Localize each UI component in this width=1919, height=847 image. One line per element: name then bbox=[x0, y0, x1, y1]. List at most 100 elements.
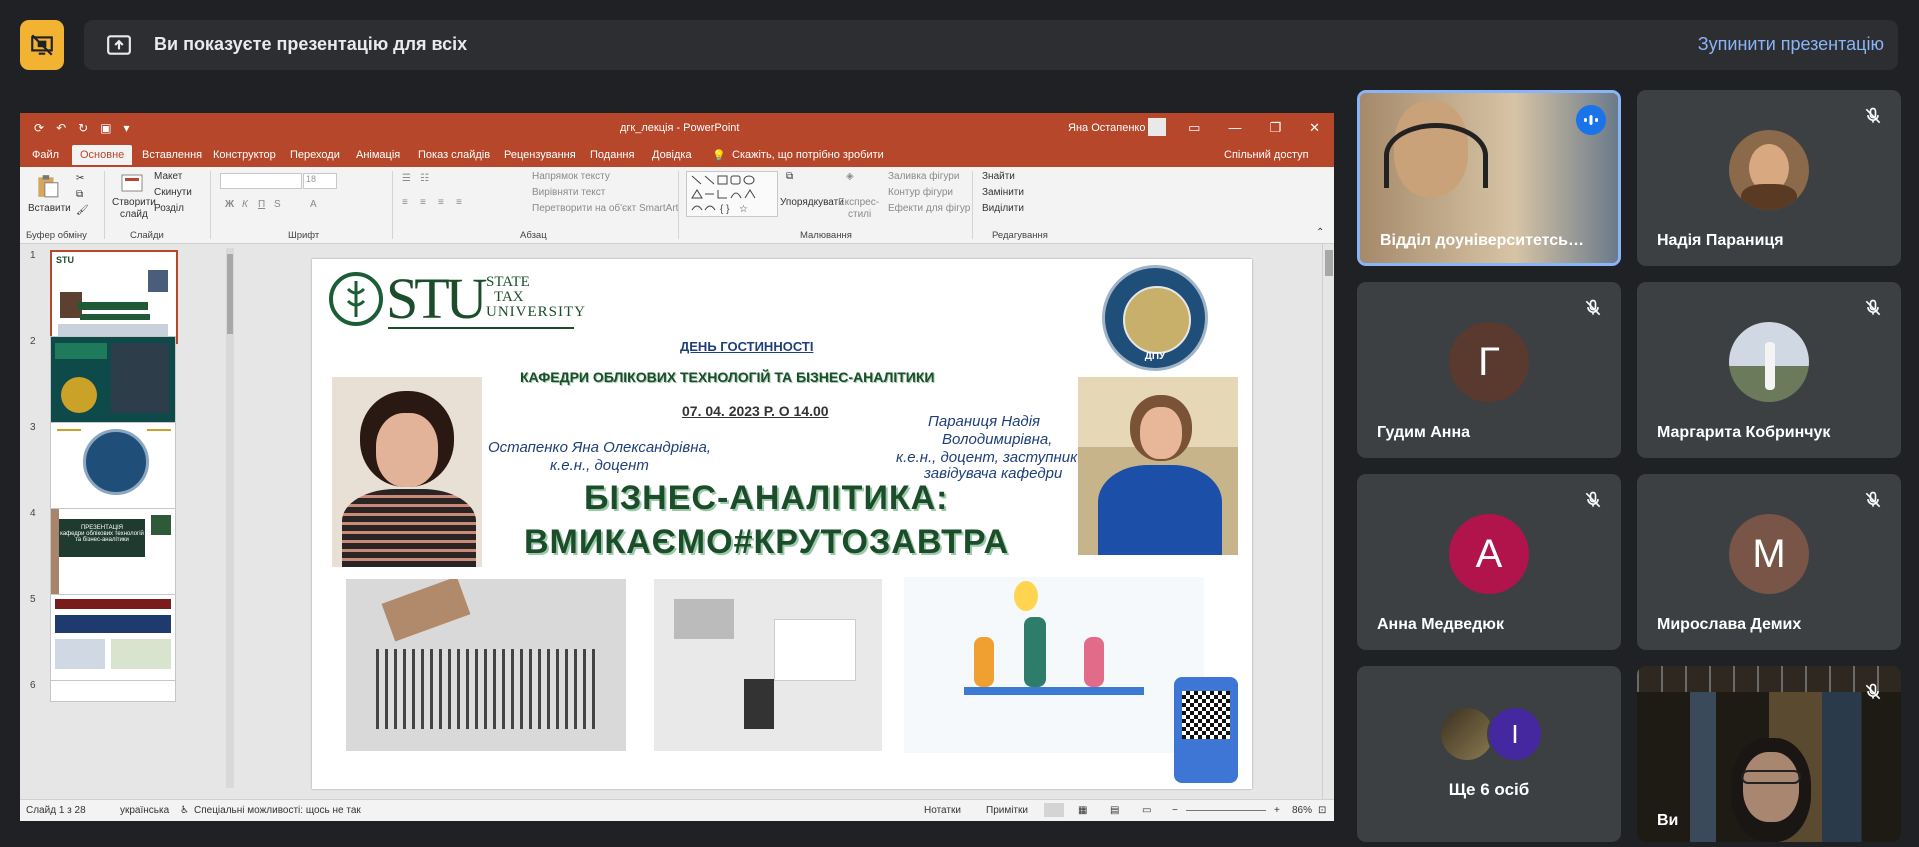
account-name[interactable]: Яна Остапенко bbox=[1068, 122, 1145, 134]
minimize-icon[interactable]: — bbox=[1228, 120, 1241, 136]
tab-animations[interactable]: Анімація bbox=[356, 149, 400, 161]
collapse-ribbon-icon[interactable]: ⌃ bbox=[1316, 227, 1324, 238]
participant-tile-6[interactable]: М Мирослава Демих bbox=[1637, 474, 1901, 650]
slide-thumbnail-2[interactable] bbox=[50, 336, 176, 428]
font-color-icon[interactable]: A bbox=[310, 199, 317, 210]
replace-button[interactable]: Замінити bbox=[982, 187, 1024, 198]
participant-tile-3[interactable]: Г Гудим Анна bbox=[1357, 282, 1621, 458]
stop-presenting-button[interactable]: Зупинити презентацію bbox=[1698, 34, 1884, 55]
slide-thumbnail-5[interactable] bbox=[50, 594, 176, 686]
powerpoint-window: ⟳ ↶ ↻ ▣ ▾ дгк_лекція - PowerPoint Яна Ос… bbox=[20, 113, 1334, 821]
new-slide-icon[interactable] bbox=[120, 173, 146, 195]
shape-outline-button[interactable]: Контур фігури bbox=[888, 187, 953, 198]
select-button[interactable]: Виділити bbox=[982, 203, 1024, 214]
font-name-box[interactable] bbox=[220, 173, 302, 189]
zoom-level[interactable]: 86% bbox=[1292, 805, 1312, 816]
shape-effects-button[interactable]: Ефекти для фігур bbox=[888, 203, 970, 214]
find-button[interactable]: Знайти bbox=[982, 171, 1015, 182]
shapes-gallery[interactable]: { } ☆ bbox=[686, 171, 778, 217]
customize-toolbar-icon[interactable]: ▾ bbox=[124, 121, 130, 135]
section-button[interactable]: Розділ bbox=[154, 203, 184, 214]
quick-styles-button[interactable]: Експрес- bbox=[838, 197, 879, 208]
paste-icon[interactable] bbox=[34, 173, 60, 199]
tell-me-search[interactable]: Скажіть, що потрібно зробити bbox=[732, 149, 884, 161]
slide-counter: Слайд 1 з 28 bbox=[26, 805, 86, 816]
new-slide-button[interactable]: Створити bbox=[112, 197, 156, 208]
accessibility-status[interactable]: Спеціальні можливості: щось не так bbox=[194, 805, 361, 816]
align-left-icon[interactable]: ≡ bbox=[402, 197, 408, 208]
arrange-button[interactable]: Упорядкувати bbox=[780, 197, 844, 208]
tab-review[interactable]: Рецензування bbox=[504, 149, 576, 161]
slideshow-view-icon[interactable]: ▭ bbox=[1142, 805, 1151, 816]
participant-tile-1[interactable]: Відділ доуніверситетсь… bbox=[1357, 90, 1621, 266]
justify-icon[interactable]: ≡ bbox=[456, 197, 462, 208]
slide-thumbnail-4[interactable]: ПРЕЗЕНТАЦІЯ кафедри облікових технологій… bbox=[50, 508, 176, 600]
comments-button[interactable]: Примітки bbox=[986, 805, 1028, 816]
bullets-icon[interactable]: ☰ bbox=[402, 173, 411, 184]
participant-tile-4[interactable]: Маргарита Кобринчук bbox=[1637, 282, 1901, 458]
numbering-icon[interactable]: ☷ bbox=[420, 173, 429, 184]
slide-vertical-scrollbar[interactable] bbox=[1322, 244, 1334, 799]
tab-design[interactable]: Конструктор bbox=[213, 149, 276, 161]
restore-icon[interactable]: ❐ bbox=[1269, 120, 1281, 136]
align-right-icon[interactable]: ≡ bbox=[438, 197, 444, 208]
zoom-slider[interactable] bbox=[1186, 810, 1266, 811]
self-view-tile[interactable]: Ви bbox=[1637, 666, 1901, 842]
align-text-button[interactable]: Вирівняти текст bbox=[532, 187, 605, 198]
format-painter-icon[interactable]: 🖌 bbox=[76, 205, 89, 216]
reading-view-icon[interactable]: ▤ bbox=[1110, 805, 1119, 816]
zoom-in-icon[interactable]: + bbox=[1274, 805, 1280, 816]
autosave-icon[interactable]: ⟳ bbox=[34, 121, 44, 135]
bold-icon[interactable]: Ж bbox=[225, 199, 234, 210]
participant-tile-5[interactable]: А Анна Медведюк bbox=[1357, 474, 1621, 650]
copy-icon[interactable]: ⧉ bbox=[76, 189, 83, 200]
presenting-status-tile[interactable] bbox=[20, 20, 64, 70]
cut-icon[interactable]: ✂ bbox=[76, 173, 84, 184]
smartart-button[interactable]: Перетворити на об'єкт SmartArt bbox=[532, 203, 678, 214]
thumbnails-scrollbar[interactable] bbox=[226, 248, 234, 788]
account-avatar[interactable] bbox=[1148, 118, 1166, 136]
tab-file[interactable]: Файл bbox=[32, 149, 59, 161]
arrange-icon[interactable]: ⧉ bbox=[786, 171, 793, 182]
ribbon-display-icon[interactable]: ▭ bbox=[1188, 120, 1200, 136]
slide-sorter-icon[interactable]: ▦ bbox=[1078, 805, 1087, 816]
logo-tax: TAX bbox=[494, 289, 524, 305]
tab-insert[interactable]: Вставлення bbox=[142, 149, 202, 161]
font-size-box[interactable]: 18 bbox=[303, 173, 337, 189]
tab-slideshow[interactable]: Показ слайдів bbox=[418, 149, 490, 161]
notes-button[interactable]: Нотатки bbox=[924, 805, 961, 816]
tab-view[interactable]: Подання bbox=[590, 149, 634, 161]
close-icon[interactable]: ✕ bbox=[1309, 120, 1320, 136]
start-slideshow-icon[interactable]: ▣ bbox=[100, 121, 111, 135]
slide-thumbnail-6[interactable] bbox=[50, 680, 176, 702]
participant-tile-2[interactable]: Надія Параниця bbox=[1637, 90, 1901, 266]
current-slide[interactable]: STU STATE TAX UNIVERSITY ДПУ ДЕНЬ ГОСТИН… bbox=[312, 259, 1252, 789]
shape-fill-button[interactable]: Заливка фігури bbox=[888, 171, 959, 182]
underline-icon[interactable]: П bbox=[258, 199, 265, 210]
person1-title: к.е.н., доцент bbox=[550, 457, 649, 474]
language-status[interactable]: українська bbox=[120, 805, 169, 816]
zoom-out-icon[interactable]: − bbox=[1172, 805, 1178, 816]
slide-thumbnail-3[interactable] bbox=[50, 422, 176, 514]
quick-styles-icon[interactable]: ◈ bbox=[846, 171, 854, 182]
more-participants-tile[interactable]: І Ще 6 осіб bbox=[1357, 666, 1621, 842]
image-analytics-hand bbox=[346, 579, 626, 751]
tab-help[interactable]: Довідка bbox=[652, 149, 692, 161]
participant-name: Анна Медведюк bbox=[1377, 616, 1504, 633]
layout-button[interactable]: Макет bbox=[154, 171, 182, 182]
italic-icon[interactable]: К bbox=[242, 199, 248, 210]
fit-slide-icon[interactable]: ⊡ bbox=[1318, 805, 1326, 816]
tab-home[interactable]: Основне bbox=[72, 145, 133, 165]
share-button[interactable]: Спільний доступ bbox=[1224, 149, 1309, 161]
normal-view-icon[interactable] bbox=[1044, 803, 1064, 817]
tab-transitions[interactable]: Переходи bbox=[290, 149, 340, 161]
slide-thumbnail-1[interactable]: STU bbox=[50, 250, 178, 344]
undo-icon[interactable]: ↶ bbox=[56, 121, 66, 135]
paste-button[interactable]: Вставити bbox=[28, 203, 71, 214]
shadow-icon[interactable]: S bbox=[274, 199, 281, 210]
mic-off-icon bbox=[1865, 683, 1881, 700]
redo-icon[interactable]: ↻ bbox=[78, 121, 88, 135]
align-center-icon[interactable]: ≡ bbox=[420, 197, 426, 208]
reset-button[interactable]: Скинути bbox=[154, 187, 192, 198]
text-direction-button[interactable]: Напрямок тексту bbox=[532, 171, 610, 182]
